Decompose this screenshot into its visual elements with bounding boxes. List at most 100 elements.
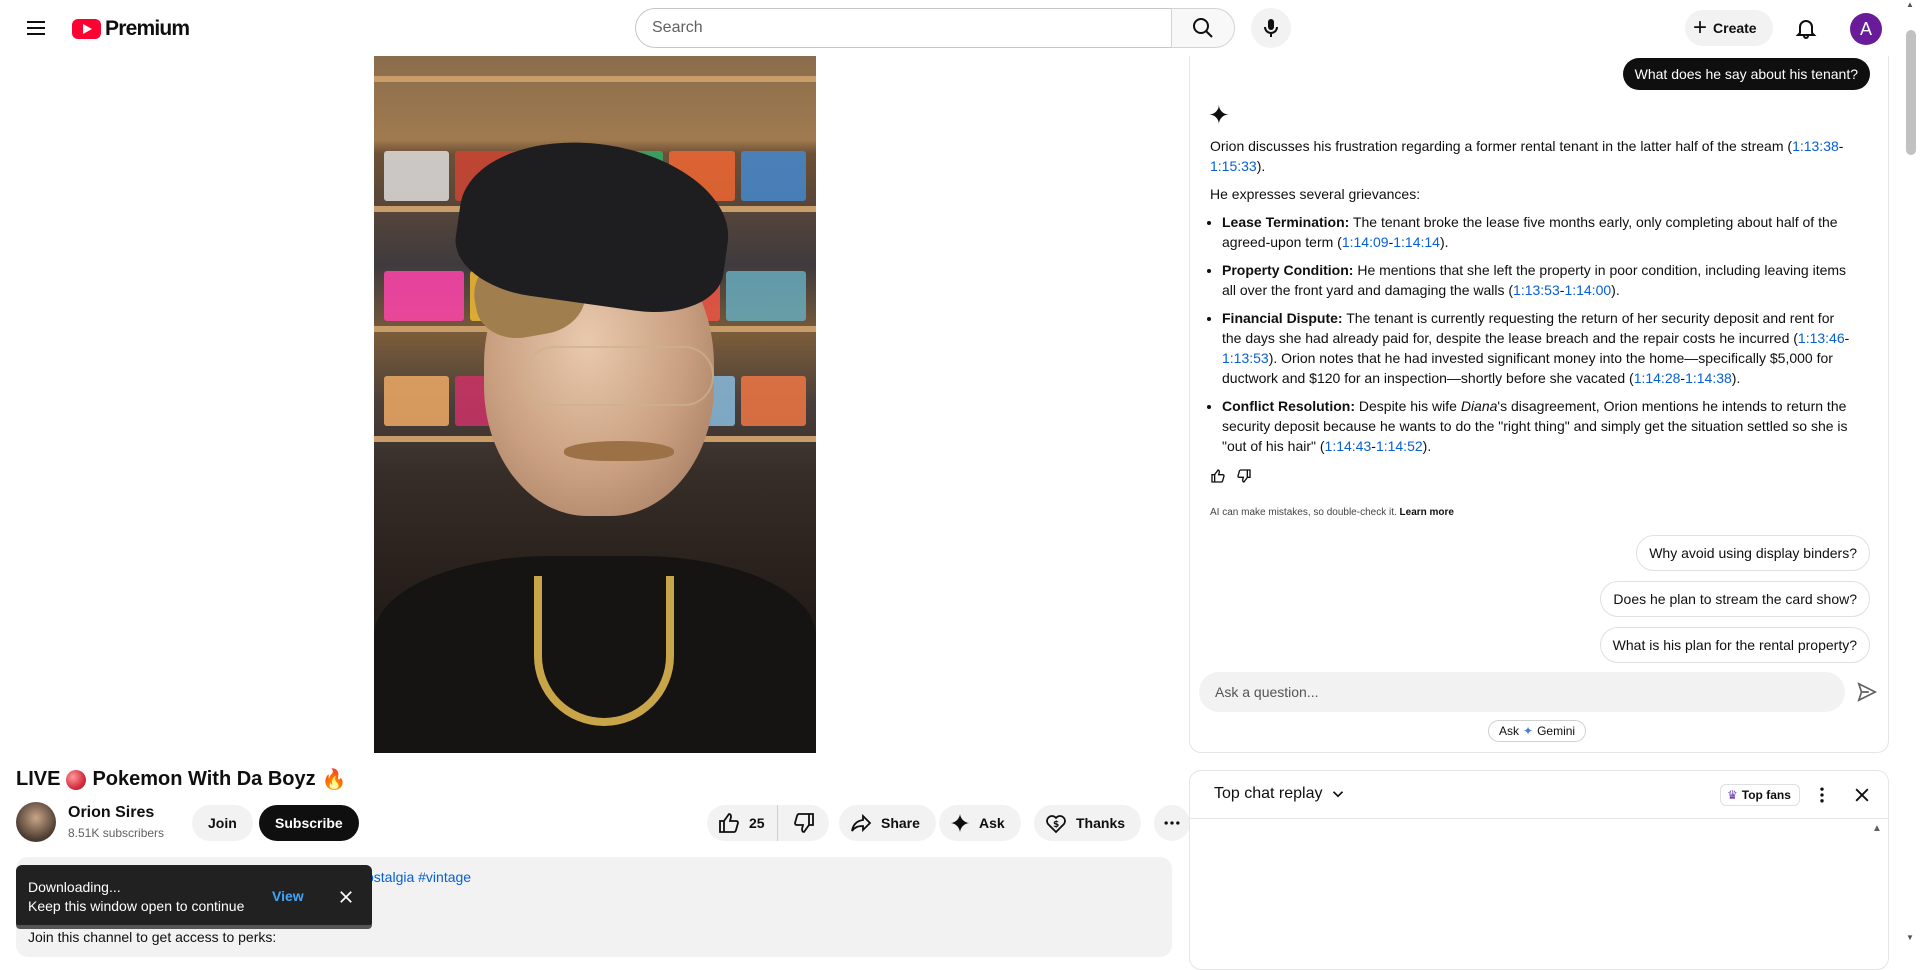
masthead: Premium + Create A <box>0 0 1920 56</box>
timestamp-link[interactable]: 1:13:53 <box>1513 282 1560 298</box>
close-icon[interactable] <box>1850 783 1874 807</box>
timestamp-link[interactable]: 1:14:43 <box>1325 438 1372 454</box>
list-item: Financial Dispute: The tenant is current… <box>1222 308 1850 388</box>
thumbs-up-icon[interactable] <box>1210 468 1226 484</box>
suggestion-chip[interactable]: What is his plan for the rental property… <box>1599 627 1870 663</box>
thanks-label: Thanks <box>1076 815 1126 831</box>
timestamp-link[interactable]: 1:14:00 <box>1564 282 1611 298</box>
ask-gemini-prefix: Ask <box>1499 724 1520 738</box>
streamer-glasses <box>524 346 714 406</box>
timestamp-link[interactable]: 1:15:33 <box>1210 158 1257 174</box>
thumbs-up-icon <box>719 813 739 833</box>
send-icon[interactable] <box>1853 678 1881 706</box>
more-actions-button[interactable] <box>1154 805 1190 841</box>
thanks-heart-icon: $ <box>1046 815 1066 834</box>
item-heading: Property Condition: <box>1222 262 1354 278</box>
timestamp-link[interactable]: 1:14:52 <box>1376 438 1423 454</box>
ask-ai-panel: What does he say about his tenant? ✦ Ori… <box>1189 56 1889 753</box>
chevron-down-icon <box>1332 791 1343 798</box>
video-title: LIVE Pokemon With Da Boyz 🔥 <box>16 767 347 792</box>
red-circle-icon <box>66 769 87 790</box>
scroll-up-arrow-icon[interactable]: ▲ <box>1906 0 1918 10</box>
search-button[interactable] <box>1171 8 1235 48</box>
search-box[interactable] <box>635 8 1172 48</box>
toast-close-icon[interactable] <box>332 883 360 911</box>
timestamp-link[interactable]: 1:14:14 <box>1393 234 1440 250</box>
more-vertical-icon[interactable] <box>1810 783 1834 807</box>
ai-response: Orion discusses his frustration regardin… <box>1210 136 1850 464</box>
disclaimer-text: AI can make mistakes, so double-check it… <box>1210 507 1397 518</box>
item-tail: ). <box>1611 282 1620 298</box>
item-name: Diana <box>1460 398 1498 414</box>
list-item: Conflict Resolution: Despite his wife Di… <box>1222 396 1850 456</box>
timestamp-link[interactable]: 1:13:53 <box>1222 350 1269 366</box>
list-item: Property Condition: He mentions that she… <box>1222 260 1850 300</box>
youtube-premium-logo[interactable]: Premium <box>72 17 190 41</box>
like-dislike-group: 25 <box>707 805 829 841</box>
channel-avatar[interactable] <box>16 802 56 842</box>
channel-name[interactable]: Orion Sires <box>68 804 154 822</box>
crown-icon: ♛ <box>1727 788 1738 802</box>
account-avatar[interactable]: A <box>1850 13 1882 45</box>
item-tail: ). <box>1439 234 1449 250</box>
timestamp-link[interactable]: 1:14:09 <box>1342 234 1389 250</box>
learn-more-link[interactable]: Learn more <box>1400 507 1454 518</box>
grievances-intro: He expresses several grievances: <box>1210 186 1421 202</box>
page-scrollbar-thumb[interactable] <box>1906 30 1916 155</box>
subscriber-count: 8.51K subscribers <box>68 826 165 840</box>
dislike-button[interactable] <box>778 805 830 841</box>
ask-button[interactable]: Ask <box>939 805 1021 841</box>
thumbs-down-icon <box>793 813 814 833</box>
top-fans-label: Top fans <box>1741 788 1791 802</box>
svg-text:$: $ <box>1053 820 1059 830</box>
logo-text: Premium <box>105 17 190 40</box>
channel-row: Orion Sires 8.51K subscribers Join Subsc… <box>16 800 1190 844</box>
item-tail: ). <box>1422 438 1432 454</box>
chat-mode-selector[interactable]: Top chat replay <box>1214 785 1347 803</box>
ask-question-input[interactable] <box>1215 684 1845 700</box>
description-perks: Join this channel to get access to perks… <box>28 929 277 945</box>
suggestion-chip[interactable]: Why avoid using display binders? <box>1636 535 1870 571</box>
top-fans-button[interactable]: ♛ Top fans <box>1720 784 1800 806</box>
thanks-button[interactable]: $ Thanks <box>1034 805 1142 841</box>
timestamp-link[interactable]: 1:13:46 <box>1798 330 1845 346</box>
gold-chain <box>534 576 674 726</box>
timestamp-link[interactable]: 1:14:38 <box>1685 370 1732 386</box>
ask-input-box[interactable] <box>1199 672 1845 712</box>
streamer-mustache <box>564 441 674 461</box>
live-chat-panel: Top chat replay ♛ Top fans ▲ <box>1189 770 1889 970</box>
ask-label: Ask <box>979 815 1005 831</box>
create-button[interactable]: + Create <box>1685 10 1773 46</box>
video-player[interactable] <box>374 56 816 753</box>
user-question-bubble: What does he say about his tenant? <box>1622 58 1870 90</box>
notifications-bell-icon[interactable] <box>1788 10 1824 46</box>
like-button[interactable]: 25 <box>707 805 778 841</box>
intro-end: ). <box>1256 158 1266 174</box>
intro-text: Orion discusses his frustration regardin… <box>1210 138 1793 154</box>
thumbs-down-icon[interactable] <box>1236 468 1252 484</box>
subscribe-button[interactable]: Subscribe <box>259 805 359 841</box>
join-button[interactable]: Join <box>192 805 253 841</box>
voice-search-button[interactable] <box>1251 8 1291 48</box>
timestamp-link[interactable]: 1:13:38 <box>1792 138 1839 154</box>
item-heading: Conflict Resolution: <box>1222 398 1355 414</box>
search-input[interactable] <box>652 19 1171 37</box>
scroll-down-arrow-icon[interactable]: ▼ <box>1906 933 1918 943</box>
suggestion-chip[interactable]: Does he plan to stream the card show? <box>1600 581 1870 617</box>
sparkle-icon <box>950 813 970 833</box>
toast-title: Downloading... <box>28 879 121 895</box>
download-toast: Downloading... Keep this window open to … <box>16 865 372 929</box>
share-icon <box>851 813 872 833</box>
create-label: Create <box>1713 20 1757 36</box>
hamburger-menu-icon[interactable] <box>16 12 56 44</box>
live-label: LIVE <box>16 768 61 790</box>
toast-view-button[interactable]: View <box>272 888 304 904</box>
plus-icon: + <box>1693 14 1708 41</box>
ask-gemini-badge: Ask ✦ Gemini <box>1488 720 1587 742</box>
video-title-text: Pokemon With Da Boyz <box>92 768 316 790</box>
share-button[interactable]: Share <box>839 805 936 841</box>
timestamp-link[interactable]: 1:14:28 <box>1634 370 1681 386</box>
scroll-up-arrow-icon[interactable]: ▲ <box>1872 823 1882 834</box>
item-heading: Financial Dispute: <box>1222 310 1343 326</box>
hashtags[interactable]: ostalgia #vintage <box>366 869 471 885</box>
